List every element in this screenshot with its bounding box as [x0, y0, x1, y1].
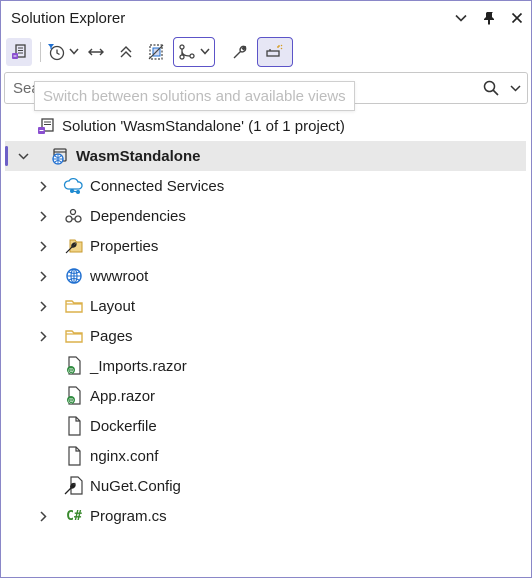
chevron-down-icon — [69, 47, 79, 58]
chevron-right-icon[interactable] — [35, 510, 51, 522]
tree-item-dockerfile[interactable]: Dockerfile — [1, 411, 531, 441]
properties-icon — [63, 236, 85, 256]
show-all-files-icon — [148, 44, 164, 60]
sync-arrows-icon — [88, 48, 104, 56]
tree-item-label: Dockerfile — [90, 417, 157, 435]
tree-item-label: nginx.conf — [90, 447, 159, 465]
folder-icon — [63, 296, 85, 316]
svg-text:@: @ — [68, 368, 74, 375]
tree-item-label: Program.cs — [90, 507, 167, 525]
solution-tree: Solution 'WasmStandalone' (1 of 1 projec… — [1, 111, 531, 531]
tree-item-dependencies[interactable]: Dependencies — [1, 201, 531, 231]
tree-item-pages[interactable]: Pages — [1, 321, 531, 351]
chevron-right-icon[interactable] — [35, 330, 51, 342]
tree-item-program-cs[interactable]: C# Program.cs — [1, 501, 531, 531]
chevron-down-icon — [455, 14, 467, 22]
tree-item-label: NuGet.Config — [90, 477, 181, 495]
nuget-config-icon — [63, 476, 85, 496]
chevron-down-icon[interactable] — [15, 152, 31, 160]
search-button[interactable] — [479, 80, 503, 96]
tree-item-nuget-config[interactable]: NuGet.Config — [1, 471, 531, 501]
toolbar-separator — [40, 42, 41, 62]
tree-item-label: _Imports.razor — [90, 357, 187, 375]
git-branch-icon — [179, 44, 195, 60]
tree-item-label: wwwroot — [90, 267, 149, 285]
tree-item-label: Pages — [90, 327, 133, 345]
solution-label: Solution 'WasmStandalone' (1 of 1 projec… — [62, 117, 345, 135]
chevron-down-icon — [509, 84, 521, 92]
connected-services-icon — [63, 176, 85, 196]
wrench-icon — [233, 45, 247, 59]
tree-item-label: Connected Services — [90, 177, 225, 195]
properties-button[interactable] — [227, 38, 253, 66]
close-button[interactable] — [503, 4, 531, 32]
dependencies-icon — [63, 206, 85, 226]
chevron-right-icon[interactable] — [35, 240, 51, 252]
tree-item-connected-services[interactable]: Connected Services — [1, 171, 531, 201]
collapse-all-button[interactable] — [113, 38, 139, 66]
chevron-right-icon[interactable] — [35, 210, 51, 222]
tree-item-label: Layout — [90, 297, 136, 315]
file-icon — [63, 416, 85, 436]
sync-with-active-document-button[interactable] — [83, 38, 109, 66]
tree-item-imports-razor[interactable]: @ _Imports.razor — [1, 351, 531, 381]
tree-item-wwwroot[interactable]: wwwroot — [1, 261, 531, 291]
chevron-right-icon[interactable] — [35, 180, 51, 192]
svg-text:@: @ — [68, 398, 74, 405]
solution-explorer-panel: Solution Explorer Search Solution Explor… — [0, 0, 532, 578]
project-node[interactable]: WasmStandalone — [5, 141, 526, 171]
chevron-right-icon[interactable] — [35, 270, 51, 282]
solution-node[interactable]: Solution 'WasmStandalone' (1 of 1 projec… — [1, 111, 531, 141]
pin-button[interactable] — [475, 4, 503, 32]
tree-item-properties[interactable]: Properties — [1, 231, 531, 261]
chevron-right-icon[interactable] — [35, 300, 51, 312]
panel-title: Solution Explorer — [11, 9, 126, 27]
folder-icon — [63, 326, 85, 346]
razor-file-icon: @ — [63, 386, 85, 406]
csharp-file-icon: C# — [66, 508, 82, 524]
tooltip: Switch between solutions and available v… — [34, 81, 355, 111]
file-icon — [63, 446, 85, 466]
switch-views-button[interactable] — [6, 38, 32, 66]
show-all-files-button[interactable] — [143, 38, 169, 66]
selection-indicator — [5, 146, 8, 166]
tree-item-label: Dependencies — [90, 207, 186, 225]
preview-selected-items-button[interactable] — [257, 37, 293, 67]
pin-icon — [484, 12, 494, 25]
globe-icon — [63, 266, 85, 286]
tree-item-layout[interactable]: Layout — [1, 291, 531, 321]
tree-item-nginx-conf[interactable]: nginx.conf — [1, 441, 531, 471]
preview-icon — [266, 44, 283, 57]
toolbar — [1, 35, 531, 69]
title-bar: Solution Explorer — [1, 1, 531, 35]
close-icon — [511, 12, 523, 24]
web-project-icon — [49, 146, 71, 166]
tree-item-label: App.razor — [90, 387, 156, 405]
solution-icon — [35, 116, 57, 136]
clock-filter-icon — [48, 44, 65, 61]
razor-file-icon: @ — [63, 356, 85, 376]
project-label: WasmStandalone — [76, 147, 201, 165]
search-options-button[interactable] — [503, 84, 527, 92]
tree-item-label: Properties — [90, 237, 159, 255]
chevron-down-icon — [200, 47, 210, 58]
collapse-all-icon — [120, 46, 132, 58]
git-filter-button[interactable] — [173, 37, 215, 67]
pending-changes-filter-button[interactable] — [47, 38, 79, 66]
switch-views-icon — [12, 44, 26, 59]
window-options-button[interactable] — [447, 4, 475, 32]
search-icon — [483, 80, 499, 96]
tree-item-app-razor[interactable]: @ App.razor — [1, 381, 531, 411]
